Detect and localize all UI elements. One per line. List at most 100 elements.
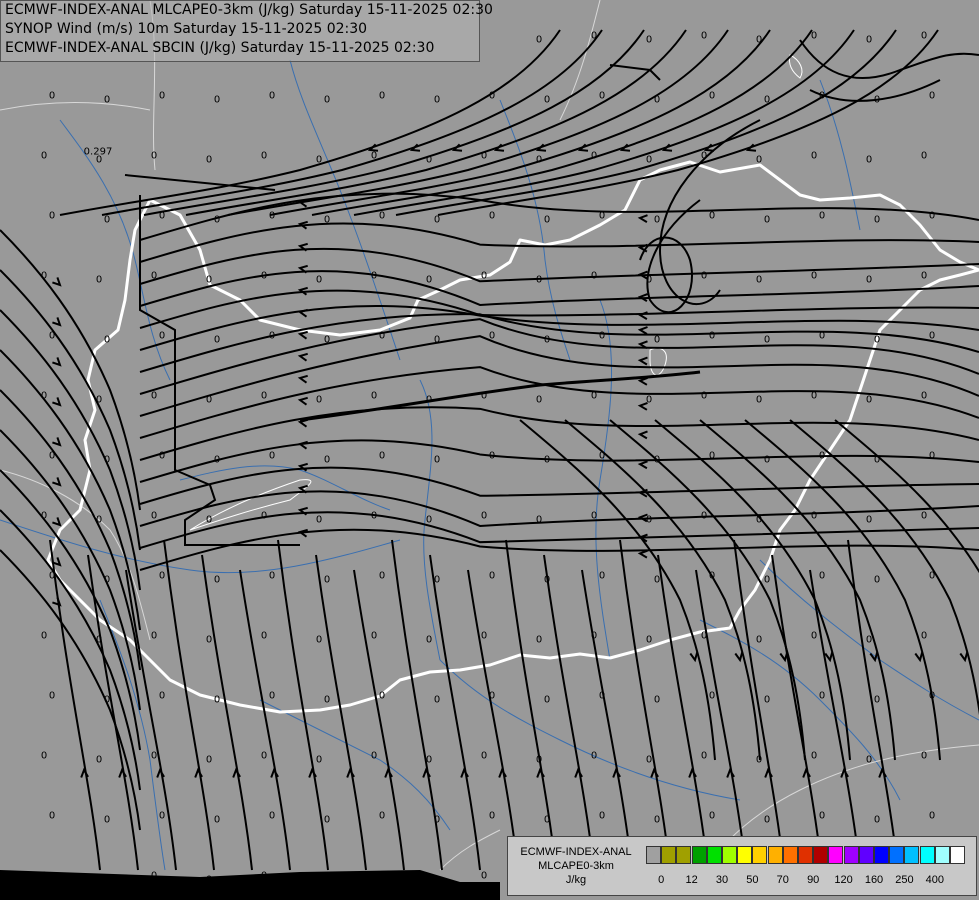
sbcin-value: 0 [370, 630, 378, 642]
legend-swatch [919, 846, 935, 864]
sbcin-value: 0 [865, 274, 873, 286]
sbcin-value: 0 [48, 810, 56, 822]
legend-swatch [904, 846, 920, 864]
sbcin-value: 0 [433, 94, 441, 106]
legend-tick-label: 120 [834, 874, 853, 886]
streamline [0, 309, 141, 591]
sbcin-value: 0 [873, 814, 881, 826]
sbcin-value: 0 [763, 334, 771, 346]
sbcin-value: 0 [315, 154, 323, 166]
streamline-arrow [764, 767, 773, 778]
sbcin-value: 0 [865, 34, 873, 46]
sbcin-value: 0 [645, 34, 653, 46]
sbcin-value: 0 [205, 874, 213, 886]
sbcin-value: 0 [755, 34, 763, 46]
sbcin-value: 0 [810, 270, 818, 282]
sbcin-value: 0 [755, 154, 763, 166]
streamline-arrow [422, 767, 431, 778]
sbcin-value: 0 [323, 214, 331, 226]
streamline-arrow [689, 652, 699, 663]
streamline-arrow [52, 277, 62, 287]
sbcin-value: 0 [818, 690, 826, 702]
sbcin-value: 0 [920, 510, 928, 522]
sbcin-value: 0 [810, 150, 818, 162]
sbcin-value: 0 [150, 390, 158, 402]
sbcin-value: 0 [865, 514, 873, 526]
sbcin-value: 0 [213, 94, 221, 106]
sbcin-value: 0 [928, 450, 936, 462]
streamline-arrow [297, 352, 308, 362]
sbcin-value: 0 [928, 570, 936, 582]
sbcin-value: 0 [433, 214, 441, 226]
sbcin-value: 0 [700, 150, 708, 162]
sbcin-value: 0 [653, 574, 661, 586]
sbcin-value: 0 [543, 574, 551, 586]
sbcin-value: 0 [315, 874, 323, 886]
sbcin-value: 0 [543, 214, 551, 226]
legend-unit: J/kg [565, 874, 587, 886]
streamline-arrow [118, 767, 127, 778]
sbcin-value: 0 [810, 630, 818, 642]
sbcin-value: 0 [370, 870, 378, 882]
sbcin-value: 0 [865, 754, 873, 766]
sbcin-value: 0 [323, 94, 331, 106]
streamline-arrow [194, 767, 203, 778]
legend-title: ECMWF-INDEX-ANAL MLCAPE0-3km J/kg [508, 845, 644, 887]
sbcin-value: 0 [213, 814, 221, 826]
sbcin-value: 0 [598, 570, 606, 582]
sbcin-value: 0 [268, 450, 276, 462]
sbcin-value: 0 [370, 750, 378, 762]
sbcin-value: 0 [920, 30, 928, 42]
streamline-arrow [52, 317, 62, 327]
sbcin-value: 0 [653, 814, 661, 826]
sbcin-value: 0 [543, 94, 551, 106]
sbcin-value: 0 [433, 574, 441, 586]
sbcin-value: 0 [543, 334, 551, 346]
sbcin-value: 0 [708, 210, 716, 222]
streamline-arrow [460, 767, 469, 778]
legend-model: ECMWF-INDEX-ANAL [520, 846, 632, 858]
sbcin-value: 0 [763, 94, 771, 106]
sbcin-value: 0 [488, 450, 496, 462]
sbcin-value: 0 [763, 694, 771, 706]
sbcin-value: 0 [928, 210, 936, 222]
sbcin-value: 0 [95, 874, 103, 886]
streamline-arrow [52, 437, 62, 447]
sbcin-value: 0 [590, 630, 598, 642]
sbcin-value: 0 [480, 870, 488, 882]
legend-swatch [843, 846, 859, 864]
sbcin-value: 0 [378, 690, 386, 702]
sbcin-value: 0 [928, 810, 936, 822]
streamline-arrow [346, 767, 355, 778]
sbcin-value: 0 [818, 90, 826, 102]
sbcin-value: 0 [700, 750, 708, 762]
sbcin-value: 0 [873, 454, 881, 466]
sbcin-value: 0 [873, 574, 881, 586]
sbcin-value: 0 [700, 630, 708, 642]
legend-swatch [661, 846, 677, 864]
sbcin-value: 0 [763, 454, 771, 466]
sbcin-value: 0 [590, 390, 598, 402]
sbcin-value: 0 [315, 394, 323, 406]
sbcin-value: 0 [818, 570, 826, 582]
sbcin-value: 0 [590, 510, 598, 522]
sbcin-value: 0 [645, 634, 653, 646]
sbcin-value: 0 [103, 334, 111, 346]
sbcin-value: 0 [150, 270, 158, 282]
sbcin-value: 0 [928, 90, 936, 102]
sbcin-value: 0 [158, 210, 166, 222]
sbcin-value: 0 [425, 514, 433, 526]
borders [0, 0, 979, 881]
legend-swatch [646, 846, 661, 864]
map-canvas[interactable]: 0 0 0 0 0 0 0 0 0 0 0 0 0 0 0 0 0 0 0 0 0 0 0 0 0 0 0 0 0 0 0 0 0 0 0 0 0 0 0 0… [0, 0, 979, 900]
sbcin-value: 0 [818, 330, 826, 342]
sbcin-value: 0 [213, 454, 221, 466]
sbcin-value: 0 [370, 150, 378, 162]
sbcin-value: 0 [378, 210, 386, 222]
sbcin-value: 0 [755, 634, 763, 646]
sbcin-value: 0 [425, 274, 433, 286]
streamline-arrow [80, 767, 89, 778]
map-header: ECMWF-INDEX-ANAL MLCAPE0-3km (J/kg) Satu… [0, 0, 493, 62]
streamline [125, 569, 177, 871]
sbcin-value: 0 [370, 390, 378, 402]
